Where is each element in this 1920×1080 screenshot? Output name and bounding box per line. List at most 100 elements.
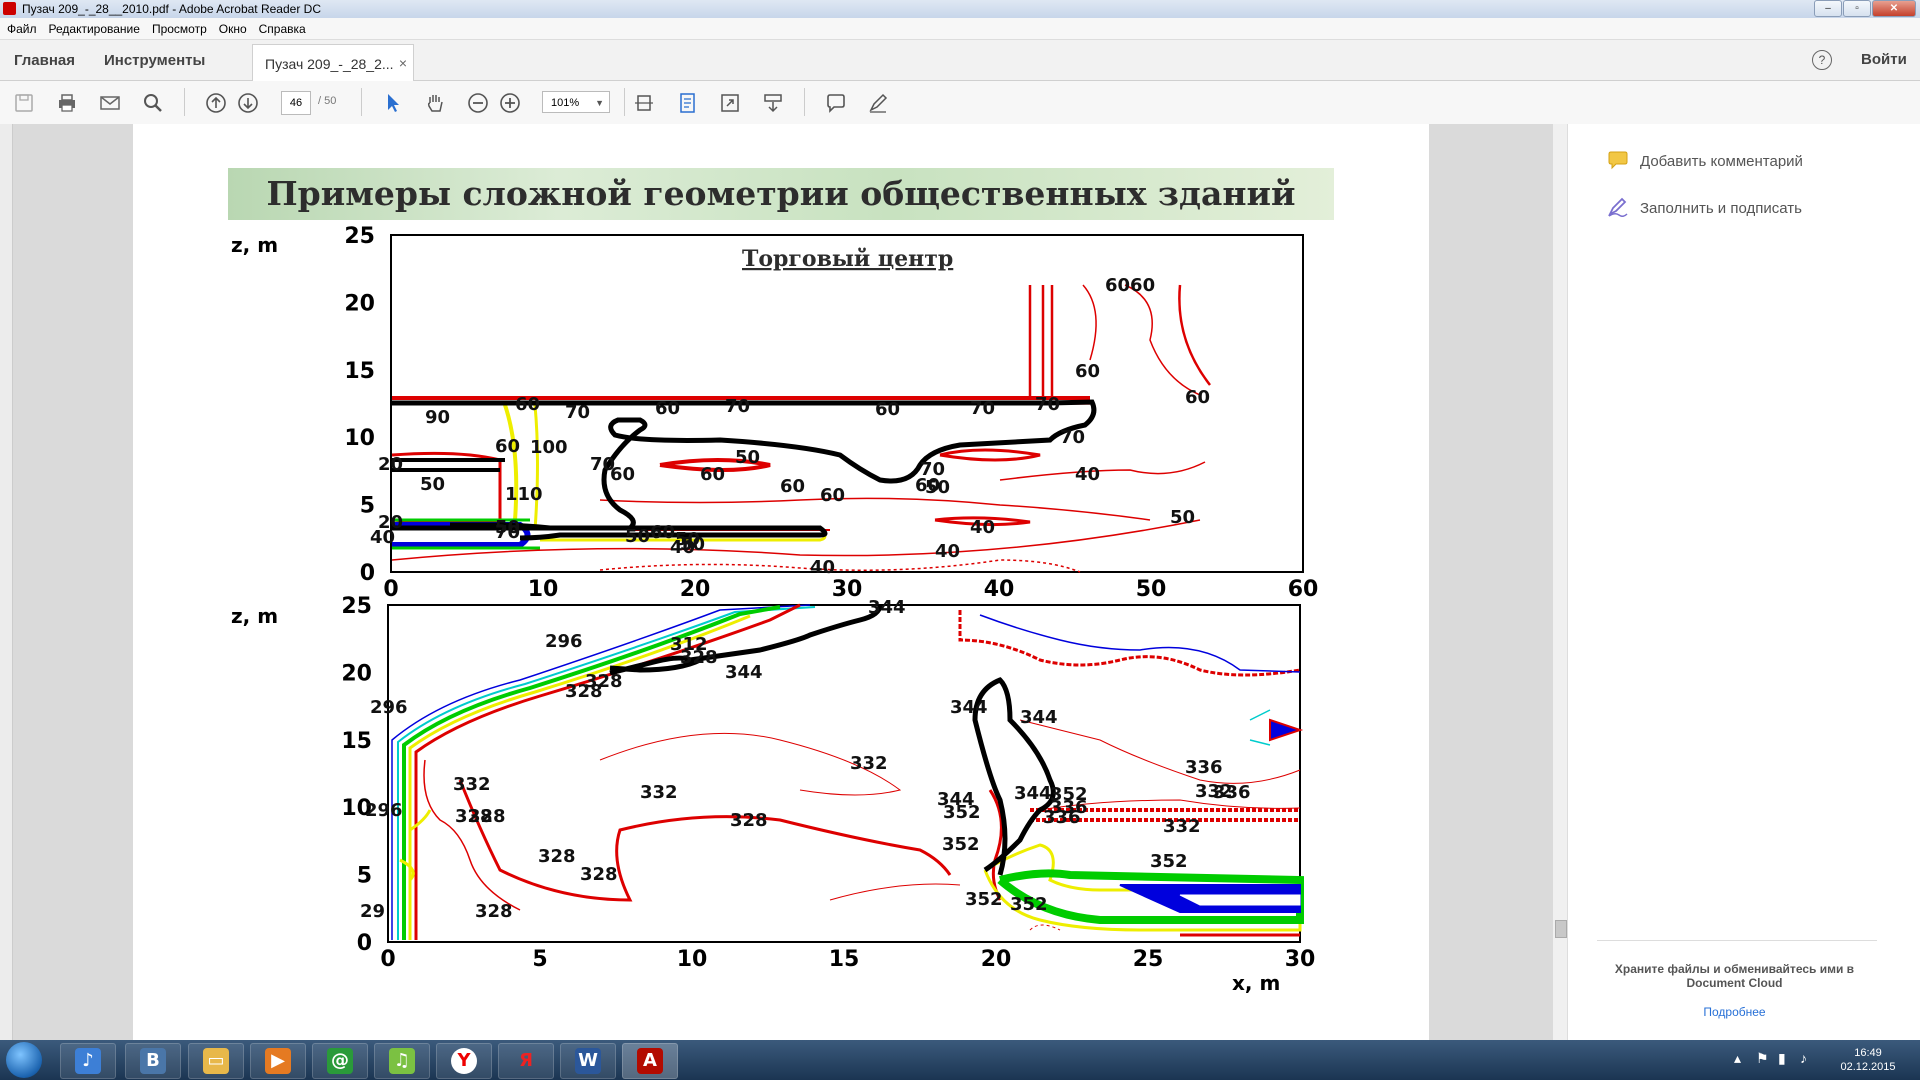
chart1-contour-label: 40 bbox=[1075, 464, 1100, 485]
taskbar-app-media[interactable]: ▶ bbox=[250, 1043, 306, 1079]
chart1-contour-label: 60 bbox=[515, 394, 540, 415]
chart1-contour-line bbox=[999, 461, 1206, 481]
volume-icon[interactable]: ♪ bbox=[1800, 1050, 1807, 1066]
chart1-contour-label: 110 bbox=[505, 484, 543, 505]
chart2-contour-label: 352 bbox=[943, 802, 981, 823]
taskbar-app-acrobat[interactable]: A bbox=[622, 1043, 678, 1079]
chart2-x-tick-label: 0 bbox=[380, 947, 395, 972]
chart2-contour-label: 344 bbox=[1014, 783, 1052, 804]
chart1-x-tick-label: 60 bbox=[1288, 577, 1319, 602]
show-hidden-icons-icon[interactable]: ▴ bbox=[1734, 1050, 1741, 1067]
chart2-contour-label: 328 bbox=[468, 806, 506, 827]
restore-button[interactable]: ▫ bbox=[1843, 0, 1871, 17]
chart2-xlabel: x, m bbox=[1232, 971, 1280, 995]
chart2-contour-label: 332 bbox=[1163, 816, 1201, 837]
taskbar-app-volume[interactable]: ♪ bbox=[60, 1043, 116, 1079]
chart2-ylabel: z, m bbox=[231, 604, 278, 628]
chart1-contour-label: 70 bbox=[590, 454, 615, 475]
yandex-icon: Я bbox=[519, 1050, 533, 1071]
add-comment-icon[interactable] bbox=[1607, 150, 1629, 170]
taskbar-app-yandex[interactable]: Я bbox=[498, 1043, 554, 1079]
chart1-contour-label: 60 bbox=[1185, 387, 1210, 408]
chart2-contour-label: 328 bbox=[538, 846, 576, 867]
chart1-contour-line bbox=[533, 404, 539, 531]
chart1-x-tick-label: 0 bbox=[383, 577, 398, 602]
chart1-contour-label: 50 bbox=[420, 474, 445, 495]
close-window-button[interactable]: ✕ bbox=[1872, 0, 1916, 17]
chart2-contour-line bbox=[414, 603, 801, 940]
chart1-y-tick-label: 0 bbox=[360, 561, 375, 586]
taskbar-app-vk[interactable]: B bbox=[125, 1043, 181, 1079]
chart1-contour-label: 60 bbox=[1075, 361, 1100, 382]
chart2-contour-label: 344 bbox=[950, 697, 988, 718]
fill-sign-icon[interactable] bbox=[1607, 197, 1629, 217]
chart2-contour-label: 328 bbox=[730, 810, 768, 831]
vk-icon: B bbox=[140, 1048, 166, 1074]
chart2-y-tick-label: 15 bbox=[341, 729, 372, 754]
minimize-button[interactable]: – bbox=[1814, 0, 1842, 17]
chart1-contour-label: 40 bbox=[370, 527, 395, 548]
chart1-contour-label: 40 bbox=[810, 557, 835, 578]
taskbar-app-explorer[interactable]: ▭ bbox=[188, 1043, 244, 1079]
chart2-contour-label: 336 bbox=[1043, 807, 1081, 828]
chart2-contour-line bbox=[1179, 894, 1301, 906]
chart2-x-tick-label: 10 bbox=[677, 947, 708, 972]
chart1-contour-label: 70 bbox=[495, 522, 520, 543]
system-clock[interactable]: 16:49 02.12.2015 bbox=[1838, 1046, 1898, 1074]
scrollbar-thumb[interactable] bbox=[1555, 920, 1567, 938]
taskbar-app-music[interactable]: ♫ bbox=[374, 1043, 430, 1079]
chart2-y-tick-label: 5 bbox=[357, 864, 372, 889]
acrobat-icon: A bbox=[637, 1048, 663, 1074]
chart1-x-tick-label: 20 bbox=[680, 577, 711, 602]
chart1-contour-label: 40 bbox=[935, 541, 960, 562]
chart2-contour-line bbox=[458, 779, 952, 902]
network-icon[interactable]: ▮ bbox=[1778, 1050, 1786, 1067]
chart1-contour-label: 70 bbox=[1035, 394, 1060, 415]
media-player-icon: ▶ bbox=[265, 1048, 291, 1074]
chart2-contour-label: 332 bbox=[640, 782, 678, 803]
taskbar-app-yandex-browser[interactable]: Y bbox=[436, 1043, 492, 1079]
chart2-contour-label: 344 bbox=[1020, 707, 1058, 728]
flag-icon[interactable]: ⚑ bbox=[1756, 1050, 1769, 1067]
sign-in-button[interactable]: Войти bbox=[1861, 51, 1907, 68]
mail-agent-icon: @ bbox=[327, 1048, 353, 1074]
chart2-y-tick-label: 0 bbox=[357, 931, 372, 956]
chart2-contour-label: 328 bbox=[580, 864, 618, 885]
chart2-contour-line bbox=[829, 883, 961, 901]
chart1-contour-line bbox=[1028, 285, 1054, 400]
chart1-x-tick-label: 40 bbox=[984, 577, 1015, 602]
chart2-contour-label: 352 bbox=[1150, 851, 1188, 872]
music-icon: ♫ bbox=[389, 1048, 415, 1074]
chart1-contour-label: 50 bbox=[625, 526, 650, 547]
chart1-contour-label: 40 bbox=[970, 517, 995, 538]
chart1-contour-line bbox=[599, 497, 1151, 521]
taskbar-app-mail[interactable]: @ bbox=[312, 1043, 368, 1079]
chart1-contour-label: 50 bbox=[1170, 507, 1195, 528]
chart1-contour-label: 60 bbox=[655, 398, 680, 419]
chart1-contour-label: 70 bbox=[1060, 427, 1085, 448]
chart2-contour-label: 296 bbox=[365, 800, 403, 821]
charts-svg: Торговый центр z, m 2520151050 0 10 20 30 40… bbox=[231, 224, 1319, 995]
add-comment-link[interactable]: Добавить комментарий bbox=[1640, 153, 1803, 170]
chart2-contour-line bbox=[958, 610, 1301, 677]
chart1-contour-label: 40 bbox=[670, 537, 695, 558]
chart1-contour-line bbox=[1178, 284, 1211, 386]
vertical-scrollbar[interactable] bbox=[1553, 124, 1567, 1040]
chart1-y-tick-label: 15 bbox=[344, 359, 375, 384]
chart2-contour-label: 296 bbox=[370, 697, 408, 718]
taskbar-app-word[interactable]: W bbox=[560, 1043, 616, 1079]
document-cloud-text: Храните файлы и обменивайтесь ими в Docu… bbox=[1614, 962, 1855, 990]
chart2-contour-label: 328 bbox=[475, 901, 513, 922]
chart2-x-tick-label: 30 bbox=[1285, 947, 1316, 972]
folder-icon: ▭ bbox=[203, 1048, 229, 1074]
chart2-contour-label: 352 bbox=[1010, 894, 1048, 915]
chart1-contour-line bbox=[599, 559, 1081, 573]
start-button[interactable] bbox=[6, 1042, 42, 1078]
window-controls: – ▫ ✕ bbox=[1814, 0, 1916, 17]
chart1-y-tick-label: 20 bbox=[344, 291, 375, 316]
chart2-contour-label: 336 bbox=[1185, 757, 1223, 778]
help-icon[interactable]: ? bbox=[1812, 50, 1832, 70]
fill-sign-link[interactable]: Заполнить и подписать bbox=[1640, 200, 1802, 217]
more-info-link[interactable]: Подробнее bbox=[1597, 1005, 1872, 1019]
chart1-contour-label: 20 bbox=[378, 454, 403, 475]
